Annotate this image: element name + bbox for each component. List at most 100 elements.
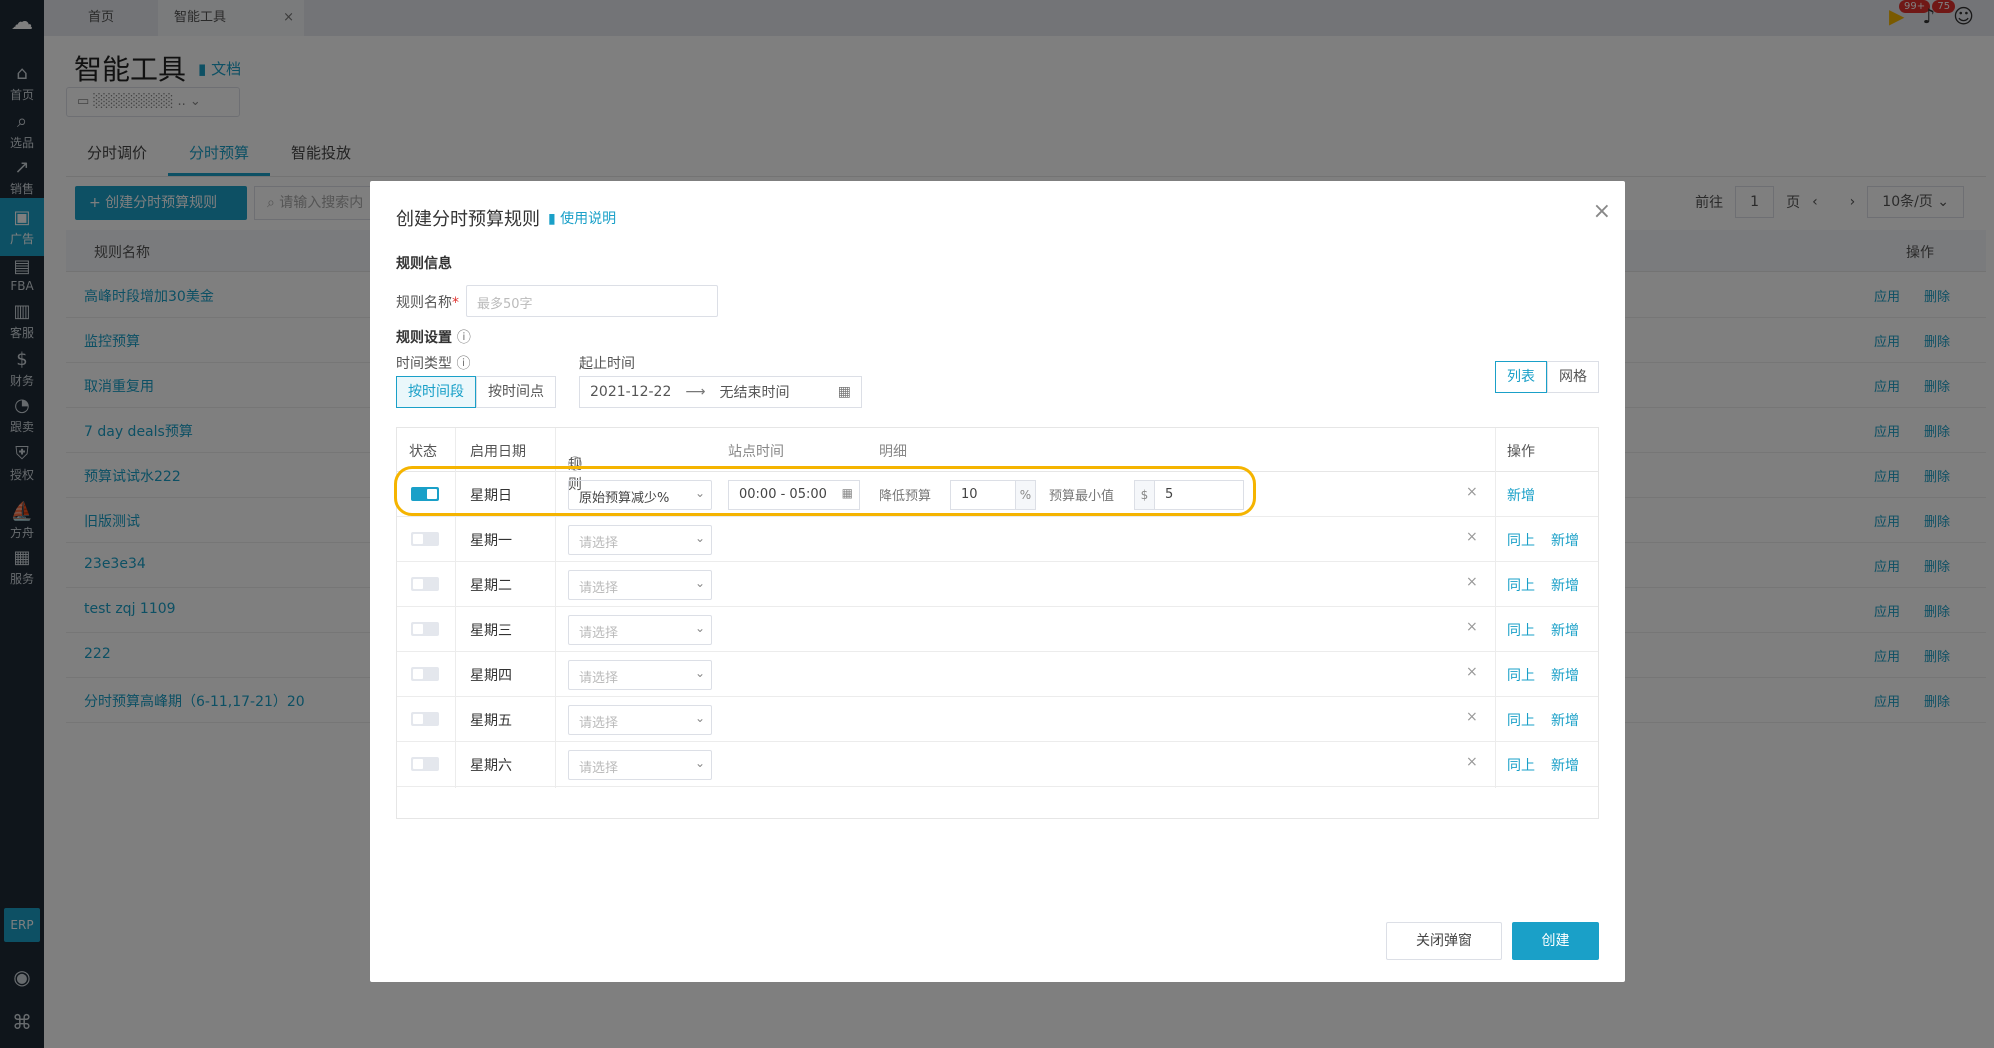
add-link[interactable]: 新增 [1551,710,1579,730]
rule-name-label: 规则名称* [396,292,459,312]
remove-row-icon[interactable]: × [1466,484,1478,500]
remove-row-icon[interactable]: × [1466,529,1478,545]
row-ops: 同上 新增 [1507,620,1579,640]
add-link[interactable]: 新增 [1551,575,1579,595]
highlight-annotation [394,466,1256,516]
chevron-down-icon: ⌄ [694,756,705,770]
status-toggle[interactable] [411,577,439,591]
add-link[interactable]: 新增 [1551,530,1579,550]
time-type-period[interactable]: 按时间段 [396,376,476,408]
arrow-right-icon: ⟶ [685,384,706,400]
rule-select[interactable]: 请选择 ⌄ [568,660,712,690]
header-site-time: 站点时间 [728,444,784,460]
time-type-label-text: 时间类型 [396,356,452,372]
day-label: 星期一 [470,533,512,549]
remove-row-icon[interactable]: × [1466,574,1478,590]
header-ops: 操作 [1507,444,1535,460]
rule-row: 星期四 请选择 ⌄ × 同上 新增 [397,652,1598,697]
rule-name-label-text: 规则名称 [396,295,452,311]
rule-name-input[interactable]: 最多50字 [466,285,718,317]
required-mark: * [452,295,459,311]
row-ops: 新增 [1507,485,1535,505]
rule-select-value: 请选择 [579,716,619,731]
modal-title: 创建分时预算规则 ▮ 使用说明 [396,205,616,231]
add-link[interactable]: 新增 [1507,485,1535,505]
chevron-down-icon: ⌄ [694,666,705,680]
section-rule-settings-text: 规则设置 [396,330,452,346]
view-toggle: 列表 网格 [1495,361,1599,393]
remove-row-icon[interactable]: × [1466,709,1478,725]
rule-row: 星期二 请选择 ⌄ × 同上 新增 [397,562,1598,607]
close-icon[interactable]: × [1593,199,1611,224]
toggle-knob [413,534,423,544]
day-label: 星期四 [470,668,512,684]
copy-above-link[interactable]: 同上 [1507,575,1535,595]
day-label: 星期二 [470,578,512,594]
status-toggle[interactable] [411,622,439,636]
row-ops: 同上 新增 [1507,755,1579,775]
row-ops: 同上 新增 [1507,575,1579,595]
close-modal-button[interactable]: 关闭弹窗 [1386,922,1502,960]
copy-above-link[interactable]: 同上 [1507,620,1535,640]
add-link[interactable]: 新增 [1551,620,1579,640]
view-grid[interactable]: 网格 [1547,361,1599,393]
header-detail: 明细 [879,444,907,460]
day-label: 星期六 [470,758,512,774]
copy-above-link[interactable]: 同上 [1507,755,1535,775]
remove-row-icon[interactable]: × [1466,619,1478,635]
info-icon[interactable]: ⓘ [456,356,470,372]
rule-select[interactable]: 请选择 ⌄ [568,525,712,555]
time-type-segmented: 按时间段 按时间点 [396,376,556,408]
date-range-picker[interactable]: 2021-12-22 ⟶ 无结束时间 ▦ [579,376,862,408]
add-link[interactable]: 新增 [1551,665,1579,685]
info-icon[interactable]: ⓘ [457,330,471,346]
copy-above-link[interactable]: 同上 [1507,710,1535,730]
toggle-knob [413,669,423,679]
toggle-knob [413,579,423,589]
rule-select-value: 请选择 [579,581,619,596]
remove-row-icon[interactable]: × [1466,754,1478,770]
view-list[interactable]: 列表 [1495,361,1547,393]
chevron-down-icon: ⌄ [694,576,705,590]
status-toggle[interactable] [411,712,439,726]
rule-select[interactable]: 请选择 ⌄ [568,705,712,735]
date-end: 无结束时间 [719,385,790,401]
rule-row: 星期一 请选择 ⌄ × 同上 新增 [397,517,1598,562]
rule-select-value: 请选择 [579,536,619,551]
time-type-label: 时间类型 ⓘ [396,353,470,373]
row-ops: 同上 新增 [1507,710,1579,730]
rule-select-value: 请选择 [579,761,619,776]
header-status: 状态 [409,444,437,460]
rule-select[interactable]: 请选择 ⌄ [568,570,712,600]
rule-select[interactable]: 请选择 ⌄ [568,750,712,780]
rule-select[interactable]: 请选择 ⌄ [568,615,712,645]
section-rule-info: 规则信息 [396,256,452,272]
date-start: 2021-12-22 [590,384,672,400]
remove-row-icon[interactable]: × [1466,664,1478,680]
row-ops: 同上 新增 [1507,530,1579,550]
chevron-down-icon: ⌄ [694,531,705,545]
rule-row: 星期三 请选择 ⌄ × 同上 新增 [397,607,1598,652]
section-rule-settings: 规则设置 ⓘ [396,327,471,347]
toggle-knob [413,624,423,634]
status-toggle[interactable] [411,532,439,546]
header-day: 启用日期 [470,444,526,460]
book-icon: ▮ [548,211,556,227]
copy-above-link[interactable]: 同上 [1507,665,1535,685]
help-link[interactable]: ▮ 使用说明 [548,208,616,228]
help-link-label: 使用说明 [560,211,617,227]
status-toggle[interactable] [411,757,439,771]
chevron-down-icon: ⌄ [694,621,705,635]
status-toggle[interactable] [411,667,439,681]
create-button[interactable]: 创建 [1512,922,1599,960]
add-link[interactable]: 新增 [1551,755,1579,775]
day-label: 星期三 [470,623,512,639]
rule-select-value: 请选择 [579,626,619,641]
create-budget-rule-modal: 创建分时预算规则 ▮ 使用说明 × 规则信息 规则名称* 最多50字 规则设置 … [370,181,1625,982]
time-type-point[interactable]: 按时间点 [476,376,556,408]
rule-select-value: 请选择 [579,671,619,686]
date-range-label: 起止时间 [579,356,635,372]
modal-title-text: 创建分时预算规则 [396,209,540,230]
copy-above-link[interactable]: 同上 [1507,530,1535,550]
day-label: 星期五 [470,713,512,729]
